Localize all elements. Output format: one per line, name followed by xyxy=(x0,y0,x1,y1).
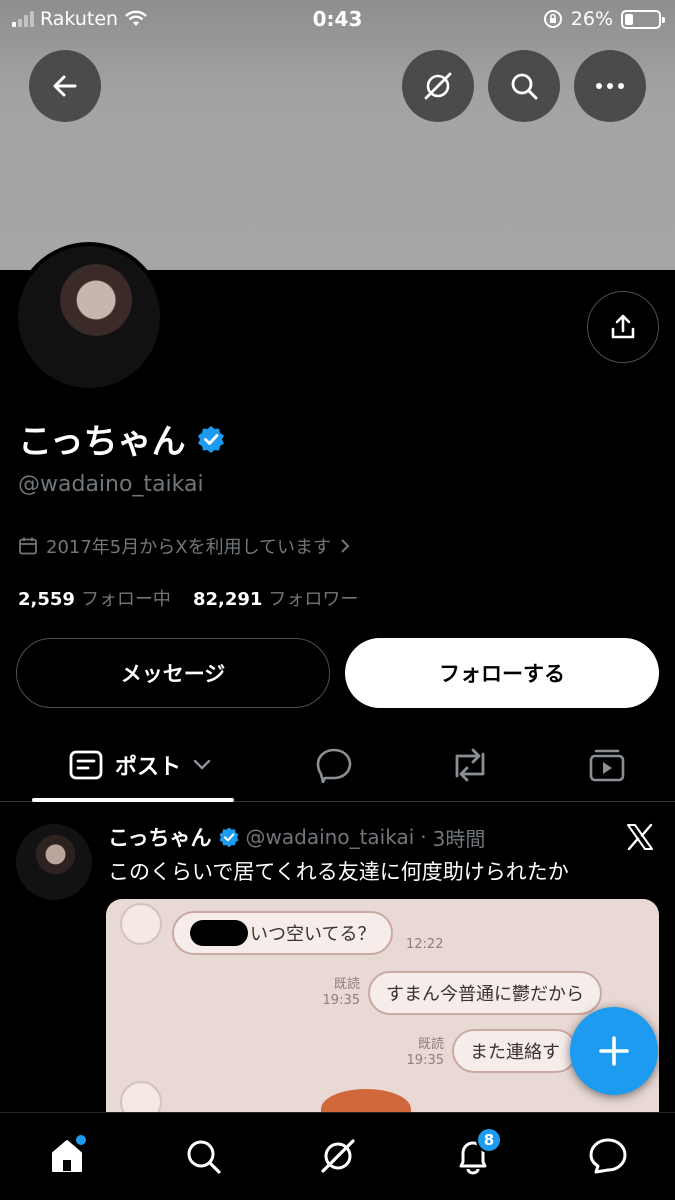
rotation-lock-icon xyxy=(543,10,562,28)
post-time[interactable]: 3時間 xyxy=(433,823,486,852)
tab-replies[interactable] xyxy=(304,728,364,802)
profile-handle: @wadaino_taikai xyxy=(18,472,204,497)
joined-date[interactable]: 2017年5月からXを利用しています xyxy=(18,533,351,559)
arrow-left-icon xyxy=(53,75,77,97)
chevron-down-icon xyxy=(193,759,211,770)
grok-button[interactable] xyxy=(402,50,474,122)
following-link[interactable]: 2,559 フォロー中 xyxy=(18,585,171,611)
compose-post-button[interactable] xyxy=(570,1007,658,1095)
read-label: 既読 xyxy=(417,1037,444,1052)
nav-messages[interactable] xyxy=(583,1131,633,1181)
chat-bubble-text: また連絡す xyxy=(470,1042,560,1063)
verified-badge-icon xyxy=(218,827,239,848)
follow-stats: 2,559 フォロー中 82,291 フォロワー xyxy=(18,585,358,611)
avatar-image xyxy=(18,246,160,388)
share-icon xyxy=(611,314,635,339)
chat-avatar xyxy=(120,1081,162,1112)
chat-bubble-text: すまん今普通に鬱だから xyxy=(386,984,584,1005)
calendar-icon xyxy=(19,537,37,555)
followers-label: フォロワー xyxy=(268,589,359,610)
following-label: フォロー中 xyxy=(80,589,171,610)
chevron-right-icon xyxy=(341,539,350,553)
post-header: こっちゃん @wadaino_taikai · 3時間 xyxy=(108,822,485,852)
profile-tabs: ポスト xyxy=(0,728,675,802)
display-name-text: こっちゃん xyxy=(18,422,186,462)
chat-bubble: また連絡す xyxy=(452,1029,578,1073)
grok-icon xyxy=(424,72,452,100)
messages-icon xyxy=(589,1138,627,1174)
tab-media[interactable] xyxy=(577,728,637,802)
display-name: こっちゃん xyxy=(18,414,226,463)
bottom-navigation: 8 xyxy=(0,1112,675,1200)
more-button[interactable] xyxy=(574,50,646,122)
sticker-image xyxy=(321,1089,411,1112)
joined-text: 2017年5月からXを利用しています xyxy=(46,537,332,558)
read-label: 既読 xyxy=(333,977,360,992)
battery-percent: 26% xyxy=(570,8,613,30)
chat-avatar xyxy=(120,903,162,945)
tab-posts-label: ポスト xyxy=(114,755,181,780)
message-button[interactable]: メッセージ xyxy=(16,638,330,708)
plus-icon xyxy=(599,1036,629,1066)
post-text: このくらいで居てくれる友達に何度助けられたか xyxy=(108,860,569,884)
profile-banner[interactable] xyxy=(0,0,675,270)
chat-bubble: すまん今普通に鬱だから xyxy=(368,971,602,1015)
verified-badge-icon xyxy=(197,425,224,453)
status-bar: Rakuten 0:43 26% xyxy=(0,0,675,38)
read-time: 19:35 xyxy=(322,993,360,1008)
followers-link[interactable]: 82,291 フォロワー xyxy=(193,585,358,611)
notification-badge: 8 xyxy=(476,1127,502,1153)
nav-search[interactable] xyxy=(178,1131,228,1181)
chat-bubble: いつ空いてる？ xyxy=(172,911,394,955)
back-button[interactable] xyxy=(29,50,101,122)
nav-home[interactable] xyxy=(42,1131,92,1181)
home-unread-dot xyxy=(76,1135,86,1145)
post-separator: · xyxy=(420,825,427,849)
profile-avatar[interactable] xyxy=(14,242,164,392)
post-author-handle[interactable]: @wadaino_taikai xyxy=(246,825,415,849)
following-count: 2,559 xyxy=(18,589,75,610)
media-icon xyxy=(589,749,625,782)
followers-count: 82,291 xyxy=(192,589,263,610)
grok-icon xyxy=(321,1139,355,1173)
search-icon xyxy=(187,1140,221,1174)
posts-icon xyxy=(69,750,103,780)
post-image[interactable]: いつ空いてる？ 12:22 既読 19:35 すまん今普通に鬱だから 既読 19… xyxy=(106,899,659,1112)
chat-read-receipt: 既読 19:35 xyxy=(312,977,360,1009)
post-avatar[interactable] xyxy=(16,824,92,900)
repost-icon xyxy=(455,748,485,782)
redaction-mark xyxy=(190,920,248,946)
nav-grok[interactable] xyxy=(313,1131,363,1181)
share-button[interactable] xyxy=(587,291,659,363)
search-icon xyxy=(511,73,538,100)
tab-posts[interactable]: ポスト xyxy=(40,728,240,802)
battery-icon xyxy=(621,9,665,29)
search-button[interactable] xyxy=(488,50,560,122)
chat-time: 12:22 xyxy=(406,937,444,952)
post-author-name[interactable]: こっちゃん xyxy=(108,822,212,852)
reply-icon xyxy=(316,748,352,783)
follow-button[interactable]: フォローする xyxy=(345,638,659,708)
x-logo-icon xyxy=(627,823,653,851)
active-tab-indicator xyxy=(32,798,234,802)
tab-reposts[interactable] xyxy=(440,728,500,802)
chat-bubble-text: いつ空いてる？ xyxy=(250,924,376,945)
read-time: 19:35 xyxy=(406,1053,444,1068)
nav-notifications[interactable]: 8 xyxy=(448,1127,502,1181)
more-icon xyxy=(596,83,624,89)
chat-read-receipt: 既読 19:35 xyxy=(396,1037,444,1069)
